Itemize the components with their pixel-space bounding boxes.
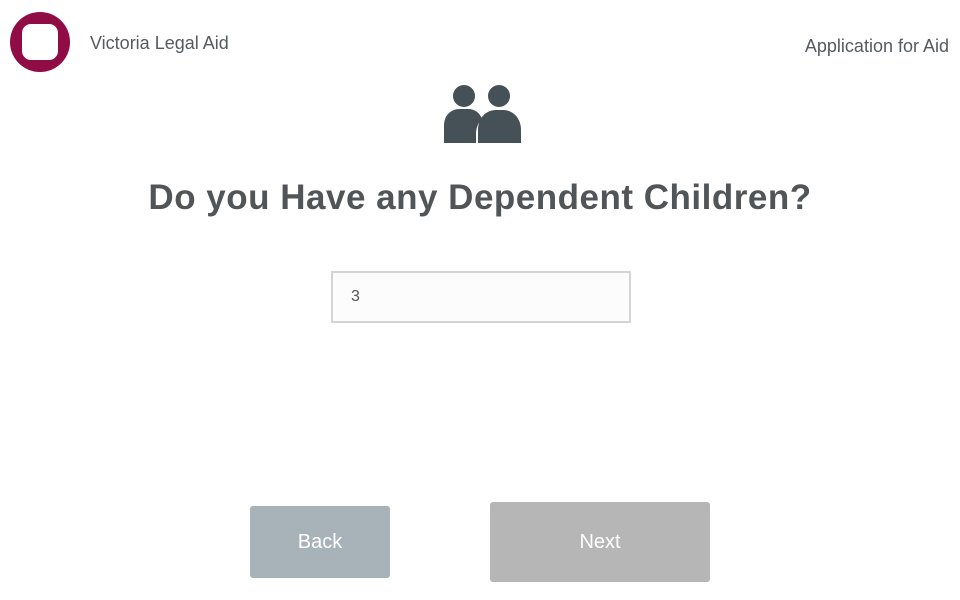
org-name: Victoria Legal Aid [90, 33, 229, 53]
logo-inner-square [22, 24, 58, 60]
back-button[interactable]: Back [250, 506, 390, 578]
question-heading: Do you Have any Dependent Children? [148, 178, 812, 217]
vla-logo [10, 12, 70, 72]
dependent-children-input[interactable] [331, 271, 631, 323]
app-title: Application for Aid [804, 36, 949, 56]
people-icon [444, 85, 521, 143]
next-button[interactable]: Next [490, 502, 710, 582]
application-page: Victoria Legal Aid Application for Aid D… [0, 0, 960, 600]
